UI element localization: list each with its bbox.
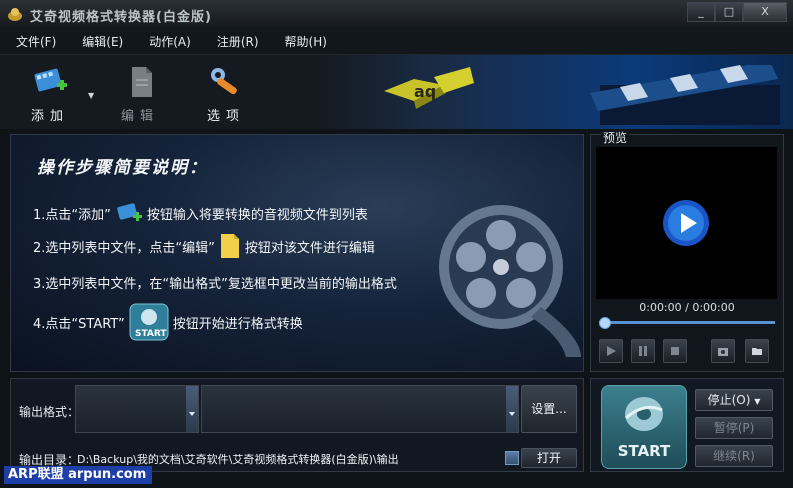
open-button[interactable]: 打开 [521,448,577,468]
maximize-button[interactable]: □ [715,2,743,22]
instructions-panel: 操作步骤简要说明： 1.点击“添加” 按钮输入将要转换的音视频文件到列表 2.选… [10,134,584,372]
start-label: START [617,442,671,460]
menu-file[interactable]: 文件(F) [0,33,66,50]
close-button[interactable]: X [743,2,787,22]
menu-help[interactable]: 帮助(H) [269,33,337,50]
output-format-label: 输出格式： [19,405,80,419]
stop-icon [671,347,679,355]
clapperboard-graphic [590,65,780,125]
app-window: 艾奇视频格式转换器(白金版) _ □ X 文件(F) 编辑(E) 动作(A) 注… [0,0,793,488]
step-4: 4.点击“START” START 按钮开始进行格式转换 [33,303,303,341]
minimize-button[interactable]: _ [687,2,715,22]
play-icon[interactable] [662,199,710,247]
options-button[interactable]: 选项 [196,65,256,124]
toolbar: 添加 ▼ 编辑 选项 aq [0,54,793,129]
options-label: 选项 [206,109,245,124]
add-button[interactable]: 添加 [20,65,80,124]
menu-action[interactable]: 动作(A) [133,33,201,50]
brand-logo: aq [384,67,474,109]
pause-button[interactable] [631,339,655,363]
step-3-text: 3.选中列表中文件，在“输出格式”复选框中更改当前的输出格式 [33,277,397,292]
step-3: 3.选中列表中文件，在“输出格式”复选框中更改当前的输出格式 [33,273,397,292]
step-4-text-end: 按钮开始进行格式转换 [172,316,303,332]
start-icon-text: START [135,329,167,339]
edit-document-icon [132,67,152,97]
chevron-down-icon[interactable] [186,386,198,432]
seek-knob[interactable] [599,317,611,329]
play-small-icon [607,346,616,356]
start-button[interactable]: START [601,385,687,469]
edit-label: 编辑 [120,109,159,124]
app-icon [8,8,22,21]
format-select[interactable] [201,385,519,433]
stop-conversion-button[interactable]: 停止(O) ▼ [695,389,773,411]
menu-edit[interactable]: 编辑(E) [66,33,133,50]
wrench-icon [211,68,237,95]
conversion-controls: START 停止(O) ▼ 暂停(P) 继续(R) [590,378,784,472]
step-1-text-end: 按钮输入将要转换的音视频文件到列表 [146,207,368,223]
menu-bar: 文件(F) 编辑(E) 动作(A) 注册(R) 帮助(H) [0,28,793,54]
chevron-down-icon: ▼ [754,397,761,406]
step-1-text: 1.点击“添加” [33,207,111,223]
play-button[interactable] [599,339,623,363]
preview-screen [596,147,777,299]
watermark-badge: ARP联盟 arpun.com [4,466,152,484]
pause-icon [639,346,647,356]
add-video-icon [34,68,67,92]
window-title: 艾奇视频格式转换器(白金版) [30,10,212,25]
step-4-text: 4.点击“START” [33,316,125,332]
edit-button[interactable]: 编辑 [110,65,170,124]
step-2: 2.选中列表中文件，点击“编辑” 按钮对该文件进行编辑 [33,233,375,259]
instructions-title: 操作步骤简要说明： [37,158,208,178]
pause-conversion-button[interactable]: 暂停(P) [695,417,773,439]
settings-button[interactable]: 设置... [521,385,577,433]
snapshot-button[interactable] [711,339,735,363]
disc-icon [625,397,663,431]
format-category-select[interactable] [75,385,199,433]
stop-button[interactable] [663,339,687,363]
title-bar[interactable]: 艾奇视频格式转换器(白金版) _ □ X [0,0,793,29]
add-dropdown-arrow[interactable]: ▼ [88,91,94,100]
seek-slider[interactable] [599,317,775,329]
dir-browse-toggle[interactable] [505,451,519,465]
add-video-icon [117,203,142,221]
open-folder-button[interactable] [745,339,769,363]
preview-label: 预览 [601,129,630,146]
start-icon: START [129,303,169,341]
resume-conversion-button[interactable]: 继续(R) [695,445,773,467]
menu-register[interactable]: 注册(R) [201,33,269,50]
step-2-text-end: 按钮对该文件进行编辑 [244,240,375,256]
output-dir-field[interactable]: D:\Backup\我的文档\艾奇软件\艾奇视频格式转换器(白金版)\输出 [77,451,517,465]
output-settings-panel: 输出格式： 设置... 输出目录： D:\Backup\我的文档\艾奇软件\艾奇… [10,378,584,472]
stop-label: 停止(O) [707,393,751,407]
chevron-down-icon[interactable] [506,386,518,432]
step-2-text: 2.选中列表中文件，点击“编辑” [33,240,215,256]
step-1: 1.点击“添加” 按钮输入将要转换的音视频文件到列表 [33,199,368,227]
camera-icon [718,348,728,356]
logo-text: aq [414,82,436,101]
edit-document-icon [220,234,239,258]
preview-panel: 预览 0:00:00 / 0:00:00 [590,129,784,372]
add-label: 添加 [30,109,69,124]
folder-icon [752,348,762,355]
film-reel-graphic [439,205,581,357]
time-display: 0:00:00 / 0:00:00 [639,301,735,314]
